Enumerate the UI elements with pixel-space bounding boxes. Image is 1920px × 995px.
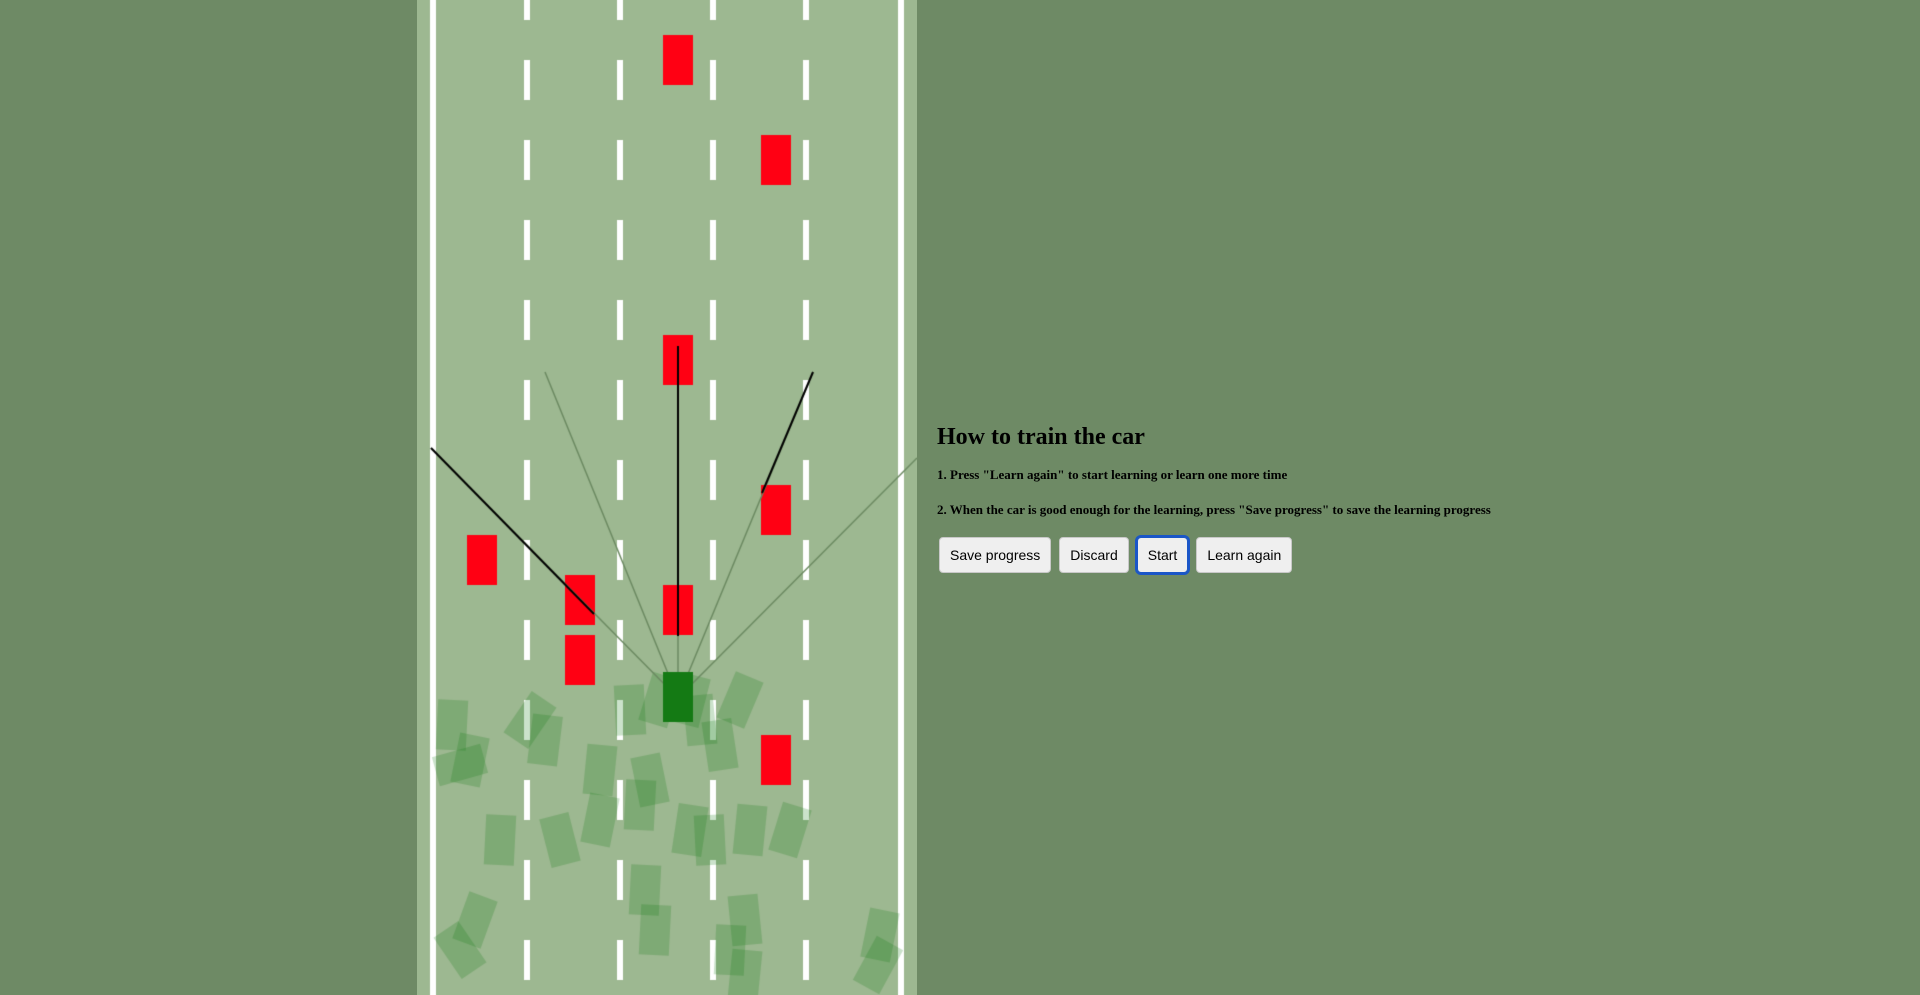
start-button[interactable]: Start [1134,535,1191,575]
road-simulation-canvas [417,0,917,995]
control-buttons: Save progress Discard Start Learn again [939,535,1837,575]
instruction-step-2: 2. When the car is good enough for the l… [937,502,1491,517]
instructions-panel: How to train the car 1. Press "Learn aga… [937,424,1837,575]
save-progress-button[interactable]: Save progress [939,537,1052,573]
learn-again-button[interactable]: Learn again [1196,537,1293,573]
discard-button[interactable]: Discard [1059,537,1129,573]
instruction-step-1: 1. Press "Learn again" to start learning… [937,467,1288,482]
panel-title: How to train the car [937,424,1145,450]
